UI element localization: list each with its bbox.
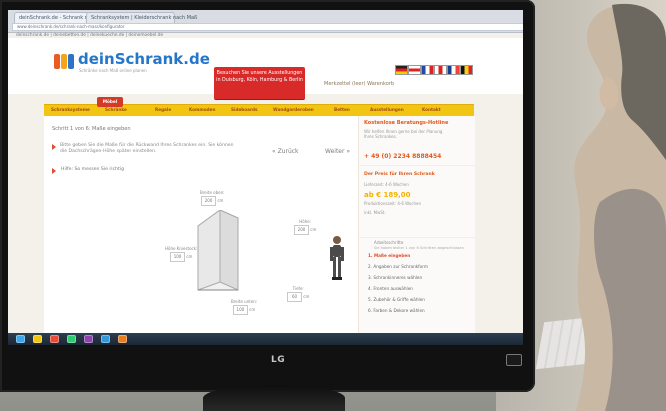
height-input[interactable]: 200	[294, 225, 309, 235]
height-label: Höhe: 200 cm	[294, 219, 316, 235]
logo-block-yellow-icon	[61, 54, 67, 69]
word-icon[interactable]	[101, 335, 110, 343]
power-button-icon[interactable]	[506, 354, 522, 366]
person-viewing-screen	[542, 0, 666, 411]
previous-button[interactable]: « Zurück	[272, 148, 299, 155]
nav-active-moebel[interactable]: Möbel	[97, 97, 123, 107]
person-scale-figure	[328, 235, 346, 283]
app-icon[interactable]	[84, 335, 93, 343]
austrian-flag-icon[interactable]	[408, 65, 421, 75]
nav-item-3[interactable]: Kommoden	[189, 107, 215, 112]
lg-monitor: deinSchrank.de - Schrank nach Maß Schran…	[0, 0, 535, 392]
delivery-time: Lieferzeit: 4-6 Wochen	[364, 182, 409, 187]
step-item-3[interactable]: 3. Schrankinneres wählen	[368, 275, 468, 286]
step-item-5[interactable]: 5. Zubehör & Griffe wählen	[368, 297, 468, 308]
knee-wall-height-input[interactable]: 100	[170, 252, 186, 262]
help-title: Kostenlose Beratungs-Hotline	[364, 120, 449, 126]
uk-flag-icon[interactable]	[434, 65, 447, 75]
cabinet-dimension-diagram: Breite oben: 200 cm Höhe: 200 cm Höhe Kn…	[129, 190, 329, 318]
sidebar-divider	[359, 165, 475, 166]
logo-tagline: Schränke nach Maß online planen	[79, 68, 147, 73]
step-list: 1. Maße eingeben 2. Angaben zur Schrankf…	[368, 253, 468, 319]
steps-title: Arbeitsschritte	[374, 240, 404, 245]
step-item-2[interactable]: 2. Angaben zur Schrankform	[368, 264, 468, 275]
help-link[interactable]: Hilfe: So messen Sie richtig	[61, 167, 124, 172]
logo-block-orange-icon	[54, 54, 60, 69]
price-title: Der Preis für Ihren Schrank	[364, 172, 435, 177]
belgian-flag-icon[interactable]	[460, 65, 473, 75]
site-logo[interactable]: deinSchrank.de Schränke nach Maß online …	[54, 48, 210, 74]
address-bar[interactable]: www.deinschrank.de/schrank-nach-mass/kon…	[12, 23, 523, 31]
nav-item-8[interactable]: Kontakt	[422, 107, 441, 112]
folder-icon[interactable]	[33, 335, 42, 343]
media-icon[interactable]	[50, 335, 59, 343]
nav-item-7[interactable]: Ausstellungen	[370, 107, 404, 112]
phone-number[interactable]: + 49 (0) 2234 8888454	[364, 153, 441, 160]
page-content: Schritt 1 von 6: Maße eingeben Bitte geb…	[44, 116, 475, 345]
help-arrow-icon	[52, 168, 56, 174]
promo-button[interactable]: Besuchen Sie unsere Ausstellungen in Dui…	[214, 67, 305, 99]
logo-name: deinSchrank.de	[78, 50, 210, 68]
help-text: Wir helfen Ihnen gerne bei der Planung I…	[364, 129, 443, 139]
french-flag-icon[interactable]	[447, 65, 460, 75]
knee-wall-height-label: Höhe Kniestock: 100 cm	[165, 246, 197, 262]
width-top-input[interactable]: 200	[201, 196, 217, 206]
start-orb-icon[interactable]	[16, 335, 25, 343]
nav-item-2[interactable]: Regale	[155, 107, 171, 112]
browser-chrome: deinSchrank.de - Schrank nach Maß Schran…	[8, 10, 523, 33]
width-bottom-label: Breite unten: 100 cm	[231, 299, 257, 315]
office-icon[interactable]	[118, 335, 127, 343]
width-top-label: Breite oben: 200 cm	[200, 190, 225, 206]
monitor-stand	[203, 385, 345, 411]
browser-icon[interactable]	[67, 335, 76, 343]
logo-block-blue-icon	[68, 54, 74, 69]
steps-subtitle: Sie haben bisher 1 von 6 Schritten abges…	[374, 246, 464, 250]
office-scene: deinSchrank.de - Schrank nach Maß Schran…	[0, 0, 666, 411]
step-title: Schritt 1 von 6: Maße eingeben	[52, 126, 131, 132]
depth-input[interactable]: 60	[287, 292, 302, 302]
nav-item-5[interactable]: Wandgarderoben	[273, 107, 314, 112]
nav-item-4[interactable]: Sideboards	[231, 107, 258, 112]
depth-label: Tiefe: 60 cm	[287, 286, 309, 302]
next-button[interactable]: Weiter »	[325, 148, 350, 155]
monitor-brand-logo: LG	[271, 355, 286, 365]
nav-item-0[interactable]: Schranksysteme	[51, 107, 90, 112]
windows-taskbar	[8, 333, 523, 345]
configurator-panel: Schritt 1 von 6: Maße eingeben Bitte geb…	[52, 126, 350, 316]
right-sidebar: Kostenlose Beratungs-Hotline Wir helfen …	[358, 116, 475, 345]
production-time: Produktionszeit: 4-6 Wochen	[364, 201, 422, 206]
step-item-4[interactable]: 4. Fronten auswählen	[368, 286, 468, 297]
price-value: ab € 189,00	[364, 191, 411, 199]
step-navigation: « Zurück Weiter »	[272, 148, 362, 160]
step-item-1[interactable]: 1. Maße eingeben	[368, 253, 468, 264]
german-flag-icon[interactable]	[395, 65, 408, 75]
step-item-6[interactable]: 6. Farben & Dekore wählen	[368, 308, 468, 319]
netherlands-flag-icon[interactable]	[421, 65, 434, 75]
nav-item-6[interactable]: Betten	[334, 107, 350, 112]
sidebar-divider-2	[359, 237, 475, 238]
tax-note: inkl. MwSt.	[364, 210, 386, 215]
utility-links[interactable]: Merkzettel (leer) Warenkorb	[324, 81, 434, 87]
width-bottom-input[interactable]: 100	[232, 305, 248, 315]
bullet-arrow-icon	[52, 144, 56, 150]
nav-item-1[interactable]: Schränke	[105, 107, 127, 112]
language-flags	[395, 65, 473, 75]
instruction-text: Bitte geben Sie die Maße für die Rückwan…	[60, 143, 234, 154]
monitor-screen: deinSchrank.de - Schrank nach Maß Schran…	[8, 10, 523, 345]
